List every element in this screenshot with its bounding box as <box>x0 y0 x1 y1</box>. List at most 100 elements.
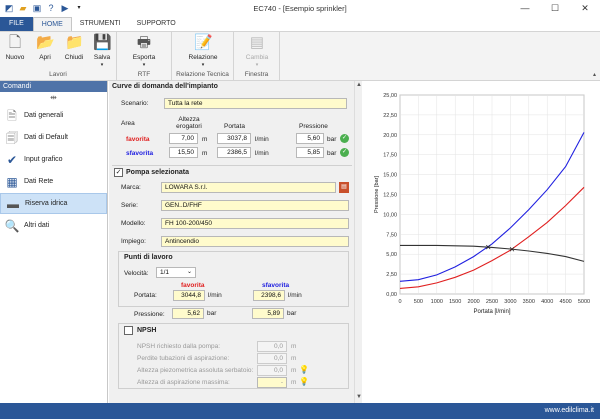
sfavorita-portata-field[interactable]: 2386,5 <box>217 147 251 158</box>
altezza-piezometrica-field[interactable]: 0,0 <box>257 365 287 376</box>
sidebar-item-dati-default[interactable]: 🗐 Dati di Default <box>0 127 107 148</box>
favorita-portata-field[interactable]: 3037,8 <box>217 133 251 144</box>
apri-button[interactable]: 📂 Apri <box>35 34 55 61</box>
tab-strumenti[interactable]: STRUMENTI <box>72 17 129 31</box>
unit-m: m <box>291 379 297 386</box>
ribbon-group-rtf: 🖶 Esporta ▾ RTF <box>117 32 172 80</box>
ribbon-group-finestra: ▤ Cambia ▾ Finestra <box>234 32 280 80</box>
pin-icon[interactable]: ⇹ <box>0 92 107 104</box>
x-tick-label: 1000 <box>431 299 443 305</box>
serie-field[interactable]: GEN..D/FHF <box>161 200 349 211</box>
velocita-label: Velocità: <box>124 270 149 277</box>
sfav-pressione-value: 5,89 <box>252 308 284 319</box>
perdite-label: Perdite tubazioni di aspirazione: <box>137 355 230 362</box>
pump-checkbox[interactable]: ✓ <box>114 168 123 177</box>
printer-icon: 🖶 <box>136 34 152 51</box>
sidebar: Comandi ⇹ 🗎 Dati generali 🗐 Dati di Defaul… <box>0 81 108 403</box>
npsh-box: NPSH NPSH richiesto dalla pompa: 0,0 m P… <box>118 323 349 389</box>
perdite-field[interactable]: 0,0 <box>257 353 287 364</box>
collapse-ribbon-icon[interactable]: ▴ <box>593 71 596 78</box>
marca-label: Marca: <box>121 184 141 191</box>
x-tick-label: 500 <box>414 299 423 305</box>
salva-button[interactable]: 💾 Salva ▾ <box>92 34 112 68</box>
group-label-finestra: Finestra <box>244 71 269 78</box>
npsh-title: NPSH <box>137 327 157 334</box>
sidebar-item-dati-generali[interactable]: 🗎 Dati generali <box>0 105 107 126</box>
esporta-button[interactable]: 🖶 Esporta ▾ <box>131 34 157 68</box>
x-tick-label: 4000 <box>541 299 553 305</box>
sidebar-item-dati-rete[interactable]: ▦ Dati Rete <box>0 171 107 192</box>
curve-section: Curve di domanda dell'impianto Scenario:… <box>112 83 349 165</box>
sidebar-title: Comandi <box>0 81 107 92</box>
close-button[interactable]: ✕ <box>570 0 600 17</box>
tab-supporto[interactable]: SUPPORTO <box>129 17 184 31</box>
unit-bar: bar <box>327 136 337 143</box>
npsh-richiesto-field[interactable]: 0,0 <box>257 341 287 352</box>
punti-lavoro-box: Punti di lavoro Velocità: 1/1 ⌄ favorita … <box>118 251 349 307</box>
main-panel: Curve di domanda dell'impianto Scenario:… <box>109 81 354 403</box>
maximize-button[interactable]: ☐ <box>540 0 570 17</box>
x-tick-label: 2500 <box>486 299 498 305</box>
minimize-button[interactable]: — <box>510 0 540 17</box>
impiego-field[interactable]: Antincendio <box>161 236 349 247</box>
scenario-label: Scenario: <box>121 100 149 107</box>
divider <box>112 165 352 166</box>
fav-pressione-value: 5,62 <box>172 308 204 319</box>
ribbon-tabs: FILE HOME STRUMENTI SUPPORTO <box>0 17 600 31</box>
altezza-aspirazione-field[interactable]: - <box>257 377 287 388</box>
website-link[interactable]: www.edilclima.it <box>545 407 594 414</box>
chevron-down-icon: ⌄ <box>186 269 192 275</box>
sidebar-item-input-grafico[interactable]: ✔ Input grafico <box>0 149 107 170</box>
row-favorita-label: favorita <box>126 136 150 143</box>
impiego-label: Impiego: <box>121 238 146 245</box>
sidebar-item-riserva-idrica[interactable]: ▬ Riserva idrica <box>0 193 107 214</box>
new-file-icon: 🗋 <box>8 34 22 51</box>
scenario-field[interactable]: Tutta la rete <box>164 98 347 109</box>
check-ok-icon: ✓ <box>340 134 349 143</box>
favorita-altezza-field[interactable]: 7,00 <box>169 133 198 144</box>
close-folder-icon: 📁 <box>65 34 84 51</box>
lightbulb-icon[interactable]: 💡 <box>299 377 309 386</box>
chiudi-button[interactable]: 📁 Chiudi <box>62 34 86 61</box>
curve-title: Curve di domanda dell'impianto <box>112 83 218 90</box>
col-altezza-label: Altezza erogatori <box>176 116 202 130</box>
unit-m: m <box>202 136 208 143</box>
row-sfavorita-label: sfavorita <box>126 150 154 157</box>
tab-home[interactable]: HOME <box>32 17 72 31</box>
marca-field[interactable]: LOWARA S.r.l. <box>161 182 336 193</box>
unit-lmin: l/min <box>208 292 222 299</box>
nuovo-button[interactable]: 🗋 Nuovo <box>5 34 25 61</box>
lightbulb-icon[interactable]: 💡 <box>299 365 309 374</box>
x-tick-label: 2000 <box>467 299 479 305</box>
npsh-checkbox[interactable] <box>124 326 133 335</box>
sidebar-item-altri-dati[interactable]: 🔍 Altri dati <box>0 215 107 236</box>
ribbon-group-lavori: 🗋 Nuovo 📂 Apri 📁 Chiudi 💾 Salva ▾ Lavori <box>0 32 117 80</box>
status-bar: www.edilclima.it <box>0 403 600 419</box>
modello-field[interactable]: FH 100-200/450 <box>161 218 349 229</box>
catalog-icon[interactable]: ▤ <box>339 182 349 193</box>
document-icon: 🗎 <box>7 108 17 123</box>
sfavorita-altezza-field[interactable]: 15,50 <box>169 147 198 158</box>
y-tick-label: 25,00 <box>383 93 397 99</box>
favorita-pressione-field[interactable]: 5,60 <box>296 133 324 144</box>
unit-bar: bar <box>327 150 337 157</box>
title-bar: ◩ ▰ ▣ ? ▶ ▾ EC740 - [Esempio sprinkler] … <box>0 0 600 17</box>
graphic-input-icon: ✔ <box>6 152 18 167</box>
tab-file[interactable]: FILE <box>0 17 33 31</box>
altezza-aspirazione-label: Altezza di aspirazione massima: <box>137 379 230 386</box>
pump-title: Pompa selezionata <box>126 169 190 176</box>
y-tick-label: 5,00 <box>386 252 397 258</box>
portata-label: Portata: <box>134 292 157 299</box>
pressure-flow-chart: 0,00 2,50 5,00 7,50 10,00 12,50 15,00 17,50 20,0… <box>374 93 590 315</box>
y-tick-label: 2,50 <box>386 272 397 278</box>
relazione-button[interactable]: 📝 Relazione ▾ <box>186 34 220 68</box>
sfavorita-pressione-field[interactable]: 5,85 <box>296 147 324 158</box>
tank-icon: ▬ <box>7 196 19 211</box>
cambia-button[interactable]: ▤ Cambia ▾ <box>244 34 270 68</box>
table-icon: ▦ <box>6 174 18 189</box>
unit-bar: bar <box>287 310 297 317</box>
velocita-select[interactable]: 1/1 ⌄ <box>156 267 196 278</box>
group-label-lavori: Lavori <box>49 71 67 78</box>
punti-favorita-label: favorita <box>181 282 205 289</box>
vertical-scrollbar[interactable]: ▲ ▼ <box>354 81 362 403</box>
